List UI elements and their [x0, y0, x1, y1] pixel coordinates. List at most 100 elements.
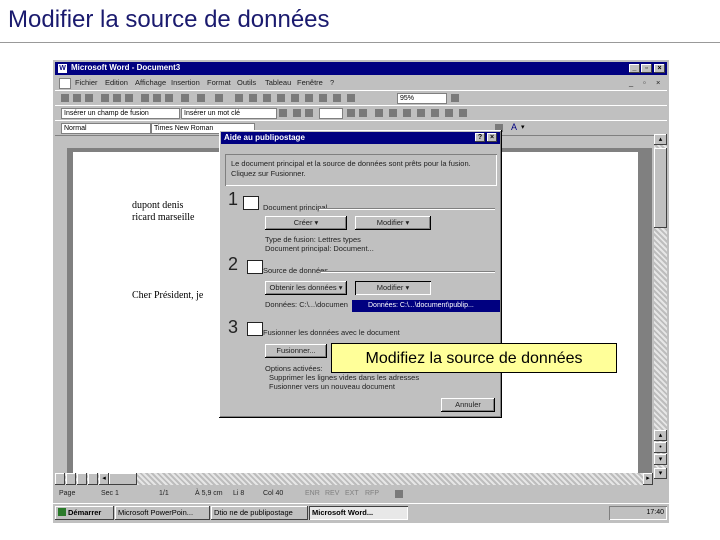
menu-fenetre[interactable]: Fenêtre: [297, 78, 323, 87]
scroll-right-icon[interactable]: ▸: [643, 473, 653, 485]
hyperlink-icon[interactable]: [235, 94, 243, 102]
format-painter-icon[interactable]: [181, 94, 189, 102]
spelling-status-icon[interactable]: [395, 490, 403, 498]
scroll-down-icon[interactable]: ▾: [654, 468, 667, 479]
scroll-up-page-icon[interactable]: ▴: [654, 430, 667, 441]
data-source-dropdown-item[interactable]: Données: C:\...\document\publip...: [352, 300, 500, 312]
menu-fichier[interactable]: Fichier: [75, 78, 98, 87]
merge-field-combo[interactable]: Insérer un champ de fusion: [61, 108, 180, 119]
zoom-combo[interactable]: 95%: [397, 93, 447, 104]
doc-restore-icon[interactable]: ▫: [643, 78, 646, 87]
new-icon[interactable]: [61, 94, 69, 102]
document-map-icon[interactable]: [333, 94, 341, 102]
outline-view-icon[interactable]: [88, 473, 98, 485]
first-record-icon[interactable]: [293, 109, 301, 117]
web-toolbar-icon[interactable]: [249, 94, 257, 102]
get-data-button[interactable]: Obtenir les données ▾: [265, 281, 347, 295]
dialog-help-icon[interactable]: ?: [475, 133, 485, 142]
record-number-field[interactable]: [319, 108, 343, 119]
menu-format[interactable]: Format: [207, 78, 231, 87]
next-record-icon[interactable]: [347, 109, 355, 117]
merge-printer-icon[interactable]: [417, 109, 425, 117]
scroll-down-page-icon[interactable]: ▾: [654, 454, 667, 465]
print-icon[interactable]: [101, 94, 109, 102]
save-icon[interactable]: [85, 94, 93, 102]
dropdown-arrow-icon[interactable]: ▾: [521, 123, 525, 131]
minimize-icon[interactable]: _: [629, 64, 640, 73]
last-record-icon[interactable]: [359, 109, 367, 117]
select-browse-icon[interactable]: •: [654, 442, 667, 453]
menu-insertion[interactable]: Insertion: [171, 78, 200, 87]
option-merge-new-document: Fusionner vers un nouveau document: [269, 382, 395, 391]
mail-merge-toolbar: Insérer un champ de fusion Insérer un mo…: [55, 105, 667, 121]
open-icon[interactable]: [73, 94, 81, 102]
status-mode-ovr[interactable]: RFP: [365, 490, 379, 497]
help-icon[interactable]: [451, 94, 459, 102]
menu-help[interactable]: ?: [330, 78, 334, 87]
menu-affichage[interactable]: Affichage: [135, 78, 166, 87]
redo-icon[interactable]: [215, 94, 223, 102]
hscroll-thumb[interactable]: [109, 473, 137, 485]
options-title: Options activées:: [265, 364, 323, 373]
find-record-icon[interactable]: [445, 109, 453, 117]
paste-icon[interactable]: [165, 94, 173, 102]
edit-data-source-icon[interactable]: [459, 109, 467, 117]
data-source-info: Données: C:\...\documen: [265, 300, 348, 309]
status-line: Li 8: [233, 490, 245, 497]
doc-minimize-icon[interactable]: _: [629, 78, 633, 87]
menu-outils[interactable]: Outils: [237, 78, 256, 87]
maximize-icon[interactable]: ▫: [641, 64, 652, 73]
scroll-up-icon[interactable]: ▴: [654, 134, 667, 145]
undo-icon[interactable]: [197, 94, 205, 102]
menu-edition[interactable]: Edition: [105, 78, 128, 87]
modify-main-button[interactable]: Modifier ▾: [355, 216, 431, 230]
show-hide-icon[interactable]: [347, 94, 355, 102]
vertical-scrollbar[interactable]: ▴ ▴ • ▾ ▾: [654, 134, 667, 479]
merge-button[interactable]: Fusionner...: [265, 344, 327, 358]
main-document-info: Document principal: Document...: [265, 244, 374, 253]
scroll-left-icon[interactable]: ◂: [99, 473, 109, 485]
salutation-text: Cher Président, je: [132, 290, 204, 301]
cancel-button[interactable]: Annuler: [441, 398, 495, 412]
scroll-thumb[interactable]: [654, 148, 667, 228]
horizontal-scrollbar[interactable]: ◂ ▸: [55, 473, 653, 485]
status-mode-trk[interactable]: REV: [325, 490, 339, 497]
close-icon[interactable]: ×: [654, 64, 665, 73]
system-tray: 17:40: [609, 506, 667, 520]
drawing-icon[interactable]: [319, 94, 327, 102]
task-powerpoint[interactable]: Microsoft PowerPoin...: [115, 506, 210, 520]
start-button[interactable]: Démarrer: [55, 506, 114, 520]
cut-icon[interactable]: [141, 94, 149, 102]
normal-view-icon[interactable]: [55, 473, 65, 485]
columns-icon[interactable]: [305, 94, 313, 102]
font-color-icon[interactable]: A: [511, 122, 517, 132]
intro-box: Le document principal et la source de do…: [225, 154, 497, 186]
task-publipostage[interactable]: Dtio ne de publipostage: [211, 506, 308, 520]
previous-record-icon[interactable]: [305, 109, 313, 117]
modify-data-button[interactable]: Modifier ▾: [355, 281, 431, 295]
status-mode-ext[interactable]: EXT: [345, 490, 359, 497]
page-view-icon[interactable]: [77, 473, 87, 485]
mail-merge-helper-icon[interactable]: [375, 109, 383, 117]
view-merged-icon[interactable]: [279, 109, 287, 117]
preview-icon[interactable]: [113, 94, 121, 102]
menu-tableau[interactable]: Tableau: [265, 78, 291, 87]
merge-new-doc-icon[interactable]: [403, 109, 411, 117]
spelling-icon[interactable]: [125, 94, 133, 102]
create-button[interactable]: Créer ▾: [265, 216, 347, 230]
dialog-close-icon[interactable]: ×: [487, 133, 497, 142]
check-errors-icon[interactable]: [389, 109, 397, 117]
insert-table-icon[interactable]: [277, 94, 285, 102]
step-1-number: 1: [228, 189, 239, 209]
tables-icon[interactable]: [263, 94, 271, 102]
web-view-icon[interactable]: [66, 473, 76, 485]
excel-icon[interactable]: [291, 94, 299, 102]
status-mode-rec[interactable]: ENR: [305, 490, 320, 497]
copy-icon[interactable]: [153, 94, 161, 102]
doc-close-icon[interactable]: ×: [656, 78, 660, 87]
window-title: Microsoft Word - Document3: [71, 63, 181, 72]
style-combo[interactable]: Normal: [61, 123, 151, 134]
word-field-combo[interactable]: Insérer un mot clé: [181, 108, 277, 119]
task-word[interactable]: Microsoft Word...: [309, 506, 408, 520]
mail-merge-icon[interactable]: [431, 109, 439, 117]
